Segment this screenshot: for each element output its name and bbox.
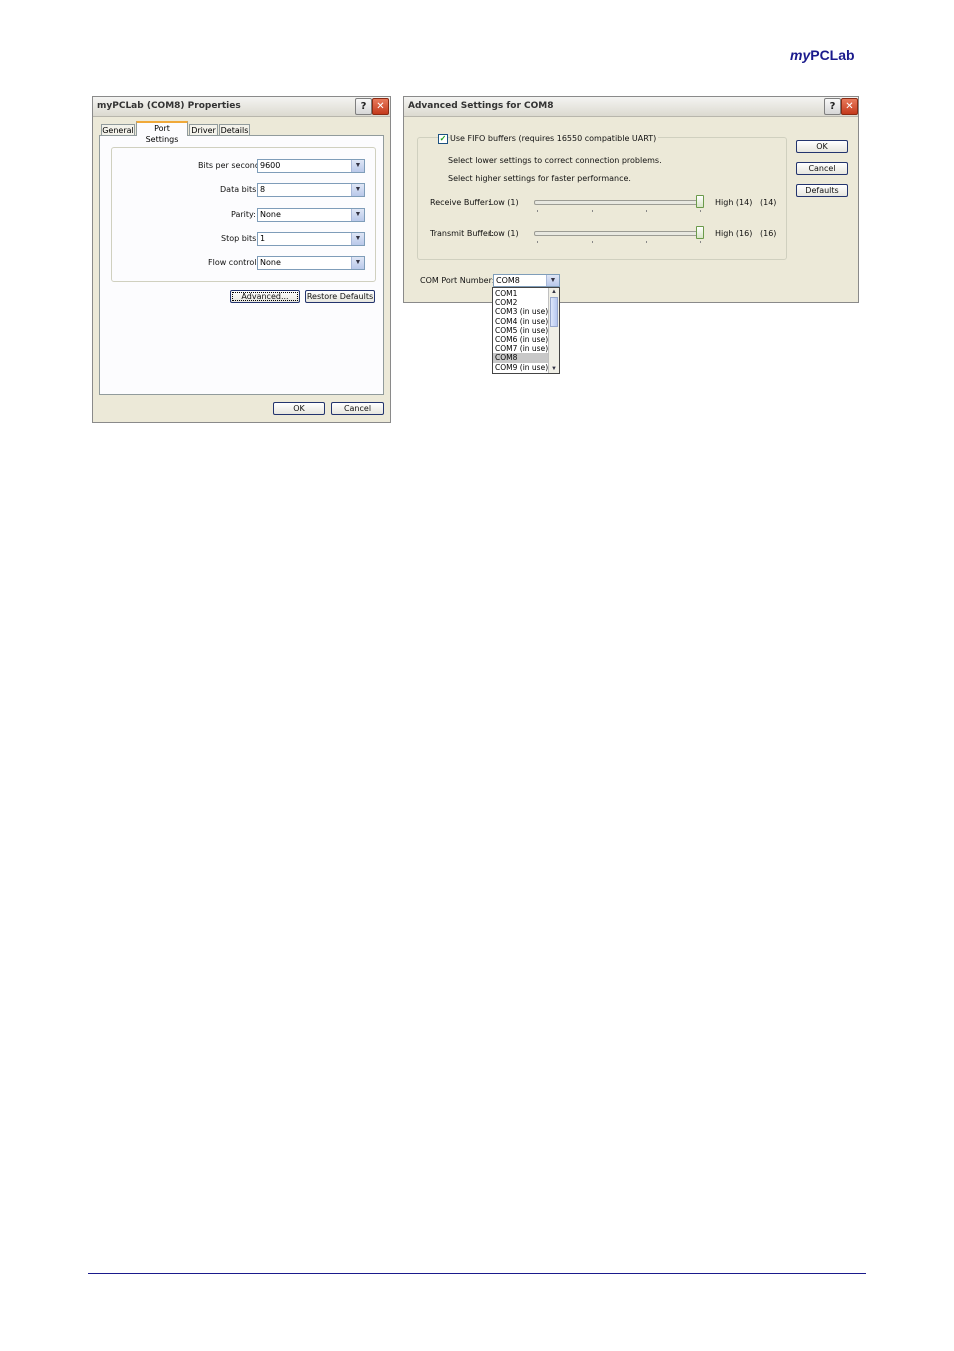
properties-titlebar[interactable]: myPCLab (COM8) Properties ? ✕ — [93, 97, 390, 117]
flow-control-label: Flow control: — [208, 258, 260, 267]
stop-bits-select[interactable]: 1 ▼ — [257, 232, 365, 246]
transmit-tick — [646, 241, 647, 243]
transmit-low-label: Low (1) — [489, 229, 519, 238]
hint-lower-text: Select lower settings to correct connect… — [448, 156, 662, 165]
close-icon[interactable]: ✕ — [372, 98, 389, 115]
data-bits-select[interactable]: 8 ▼ — [257, 183, 365, 197]
advanced-cancel-button[interactable]: Cancel — [796, 162, 848, 175]
receive-buffer-label: Receive Buffer: — [430, 198, 491, 207]
stop-bits-label: Stop bits: — [221, 234, 260, 243]
hint-higher-text: Select higher settings for faster perfor… — [448, 174, 631, 183]
transmit-buffer-track[interactable] — [534, 231, 704, 236]
data-bits-value: 8 — [260, 185, 266, 194]
chevron-down-icon[interactable]: ▼ — [351, 209, 364, 221]
com-port-dropdown-list[interactable]: COM1 COM2 COM3 (in use) COM4 (in use) COM5 (… — [492, 287, 560, 374]
fifo-checkbox[interactable]: ✓ — [438, 134, 448, 144]
dropdown-option[interactable]: COM5 (in use) — [493, 326, 548, 335]
chevron-down-icon[interactable]: ▼ — [351, 184, 364, 196]
advanced-button[interactable]: Advanced... — [230, 290, 300, 303]
help-icon[interactable]: ? — [355, 98, 372, 115]
advanced-settings-dialog: Advanced Settings for COM8 ? ✕ ✓ Use FIF… — [403, 96, 859, 303]
chevron-down-icon[interactable]: ▼ — [351, 233, 364, 245]
dropdown-option[interactable]: COM7 (in use) — [493, 344, 548, 353]
chevron-down-icon[interactable]: ▼ — [351, 160, 364, 172]
advanced-title: Advanced Settings for COM8 — [408, 101, 554, 111]
port-settings-panel: Bits per second: 9600 ▼ Data bits: 8 ▼ P… — [99, 135, 384, 395]
receive-high-label: High (14) — [715, 198, 753, 207]
scrollbar-thumb[interactable] — [550, 297, 558, 327]
chevron-down-icon[interactable]: ▼ — [351, 257, 364, 269]
help-icon[interactable]: ? — [824, 98, 841, 115]
tab-port-settings[interactable]: Port Settings — [136, 121, 188, 144]
receive-tick — [646, 210, 647, 212]
transmit-value-text: (16) — [760, 229, 777, 238]
flow-control-value: None — [260, 258, 281, 267]
transmit-tick — [537, 241, 538, 243]
receive-buffer-track[interactable] — [534, 200, 704, 205]
bits-per-second-value: 9600 — [260, 161, 281, 170]
com-port-value: COM8 — [496, 276, 520, 285]
com-port-label: COM Port Number: — [420, 276, 495, 285]
scroll-up-icon[interactable]: ▲ — [549, 288, 559, 296]
bits-per-second-label: Bits per second: — [198, 161, 263, 170]
receive-value-text: (14) — [760, 198, 777, 207]
properties-title: myPCLab (COM8) Properties — [97, 101, 241, 111]
com-port-options: COM1 COM2 COM3 (in use) COM4 (in use) COM5 (… — [493, 289, 548, 372]
cancel-button[interactable]: Cancel — [331, 402, 384, 415]
advanced-titlebar[interactable]: Advanced Settings for COM8 ? ✕ — [404, 97, 858, 117]
brand-logo: myPCLab — [790, 47, 855, 63]
defaults-button[interactable]: Defaults — [796, 184, 848, 197]
close-icon[interactable]: ✕ — [841, 98, 858, 115]
ok-button[interactable]: OK — [273, 402, 325, 415]
parity-value: None — [260, 210, 281, 219]
dropdown-option[interactable]: COM3 (in use) — [493, 307, 548, 316]
transmit-tick — [700, 241, 701, 243]
footer-divider — [88, 1273, 866, 1274]
receive-buffer-slider-handle[interactable] — [696, 195, 704, 208]
dropdown-option[interactable]: COM9 (in use) — [493, 363, 548, 372]
data-bits-label: Data bits: — [220, 185, 259, 194]
transmit-buffer-label: Transmit Buffer: — [430, 229, 494, 238]
parity-label: Parity: — [231, 210, 256, 219]
transmit-buffer-slider-handle[interactable] — [696, 226, 704, 239]
chevron-down-icon[interactable]: ▼ — [546, 275, 559, 286]
dropdown-option[interactable]: COM8 — [493, 353, 548, 363]
scroll-down-icon[interactable]: ▼ — [549, 365, 559, 373]
transmit-high-label: High (16) — [715, 229, 753, 238]
receive-tick — [537, 210, 538, 212]
restore-defaults-button[interactable]: Restore Defaults — [305, 290, 375, 303]
dropdown-option[interactable]: COM2 — [493, 298, 548, 307]
receive-tick — [700, 210, 701, 212]
flow-control-select[interactable]: None ▼ — [257, 256, 365, 270]
dropdown-option[interactable]: COM6 (in use) — [493, 335, 548, 344]
receive-tick — [592, 210, 593, 212]
bits-per-second-select[interactable]: 9600 ▼ — [257, 159, 365, 173]
receive-low-label: Low (1) — [489, 198, 519, 207]
stop-bits-value: 1 — [260, 234, 266, 243]
transmit-tick — [592, 241, 593, 243]
dropdown-scrollbar[interactable]: ▲ ▼ — [548, 288, 559, 373]
fifo-checkbox-label[interactable]: Use FIFO buffers (requires 16550 compati… — [450, 134, 659, 143]
parity-select[interactable]: None ▼ — [257, 208, 365, 222]
com-port-select[interactable]: COM8 ▼ — [493, 274, 560, 287]
properties-dialog: myPCLab (COM8) Properties ? ✕ General Po… — [92, 96, 391, 423]
dropdown-option[interactable]: COM4 (in use) — [493, 317, 548, 326]
advanced-ok-button[interactable]: OK — [796, 140, 848, 153]
dropdown-option[interactable]: COM1 — [493, 289, 548, 298]
